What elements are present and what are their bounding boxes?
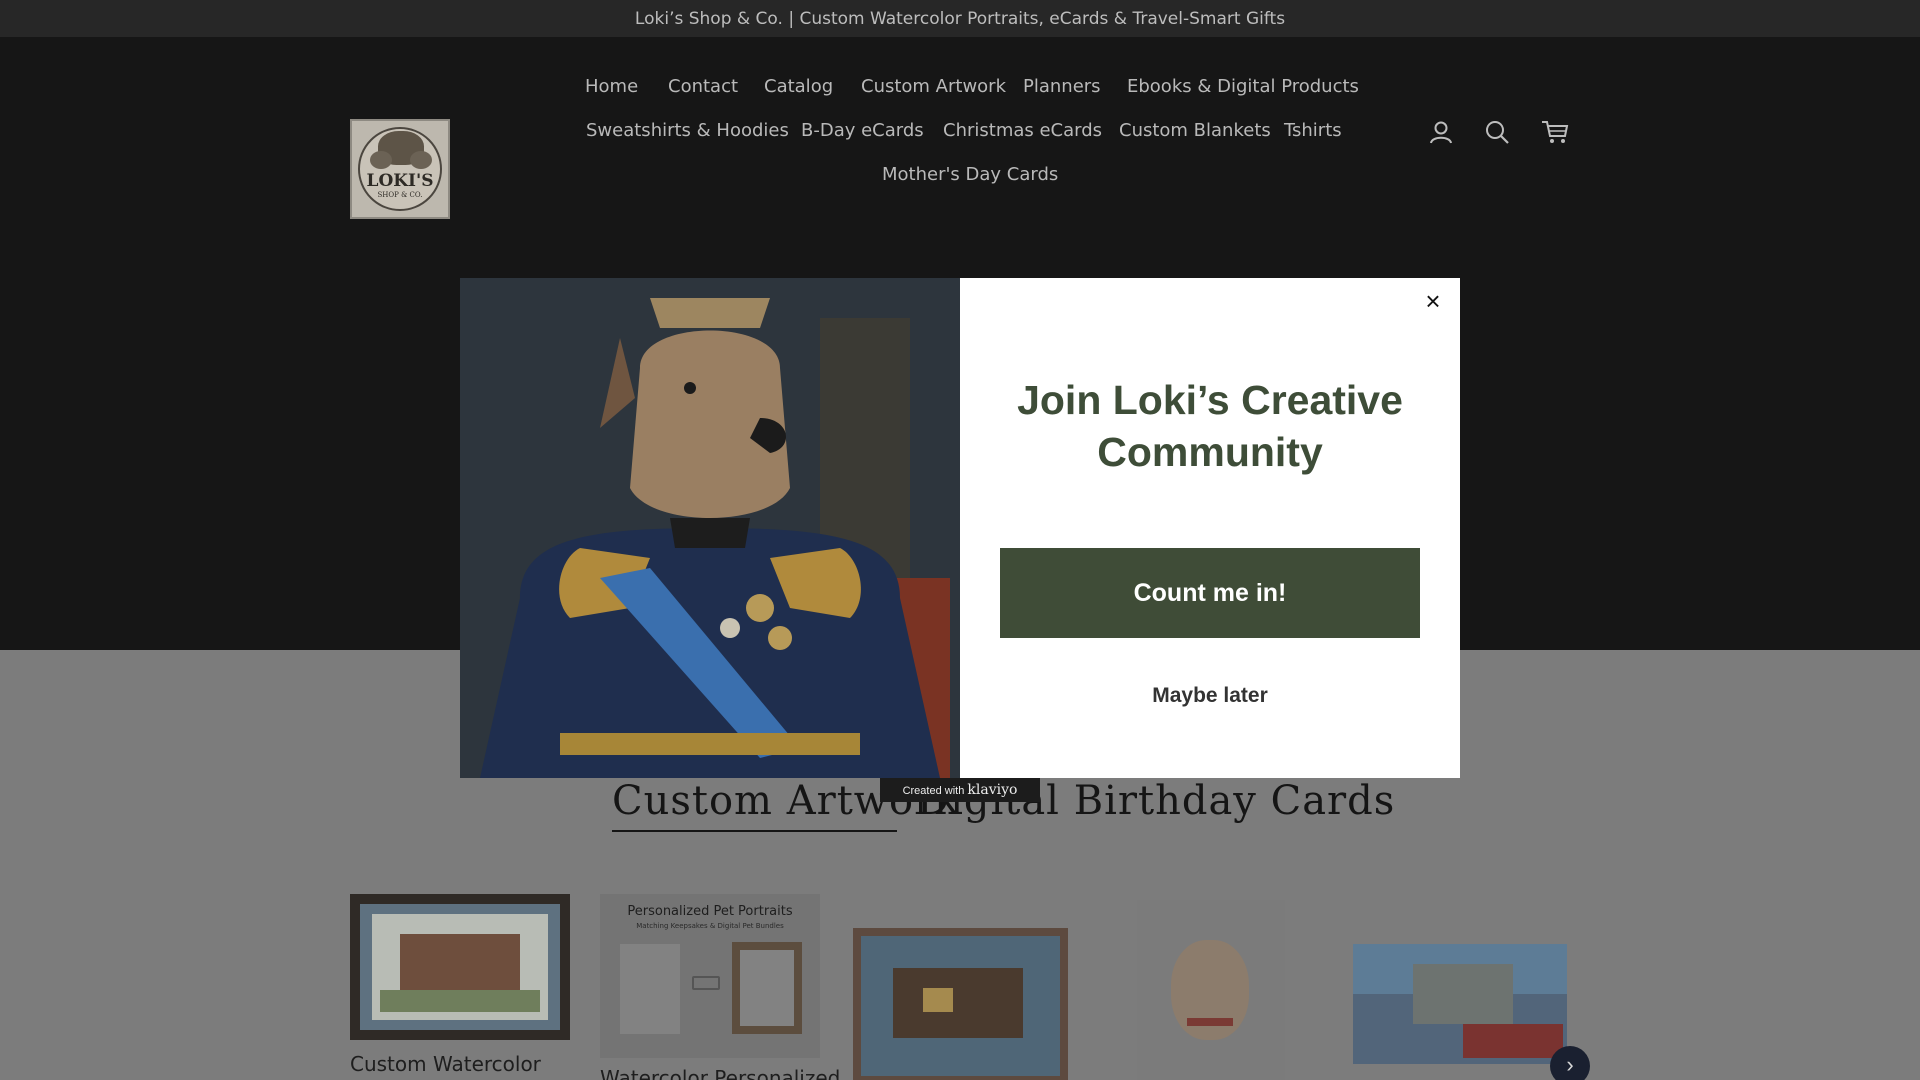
nav-item-custom-artwork[interactable]: Custom Artwork: [861, 76, 1006, 97]
product-image-heading: Personalized Pet Portraits: [627, 904, 793, 919]
announcement-bar: Loki’s Shop & Co. | Custom Watercolor Po…: [0, 0, 1920, 37]
maybe-later-button[interactable]: Maybe later: [1100, 678, 1320, 714]
product-title[interactable]: Watercolor Personalized: [600, 1066, 840, 1080]
klaviyo-prefix: Created with: [902, 785, 965, 797]
nav-item-ebooks[interactable]: Ebooks & Digital Products: [1127, 76, 1359, 97]
popup-image-dog-king: [460, 278, 960, 778]
product-image-dog-watercolor[interactable]: [1137, 900, 1285, 1080]
nav-item-christmas-ecards[interactable]: Christmas eCards: [943, 120, 1102, 141]
klaviyo-logo: klaviyo: [967, 782, 1018, 798]
nav-item-planners[interactable]: Planners: [1023, 76, 1101, 97]
nav-item-custom-blankets[interactable]: Custom Blankets: [1119, 120, 1271, 141]
signup-popup: × Join Loki’s Creative Community Count m…: [960, 278, 1460, 778]
cart-icon[interactable]: [1541, 119, 1569, 145]
nav-item-catalog[interactable]: Catalog: [764, 76, 833, 97]
nav-item-mothers-day[interactable]: Mother's Day Cards: [882, 164, 1058, 185]
announcement-text: Loki’s Shop & Co. | Custom Watercolor Po…: [634, 9, 1286, 29]
product-image-house-watercolor[interactable]: [350, 894, 570, 1040]
carousel-next-button[interactable]: ›: [1550, 1046, 1590, 1080]
tab-active-underline: [612, 830, 897, 832]
product-image-miami-street[interactable]: [1353, 944, 1567, 1064]
popup-heading: Join Loki’s Creative Community: [1017, 377, 1403, 475]
royal-dog-illustration: [460, 278, 960, 778]
main-nav: Home Contact Catalog Custom Artwork Plan…: [0, 37, 1920, 237]
klaviyo-badge[interactable]: Created with klaviyo: [880, 778, 1040, 802]
product-image-pet-portraits[interactable]: Personalized Pet Portraits Matching Keep…: [600, 894, 820, 1058]
close-icon[interactable]: ×: [1420, 288, 1446, 314]
search-icon[interactable]: [1484, 119, 1510, 145]
product-image-house-night[interactable]: [853, 928, 1068, 1080]
nav-item-home[interactable]: Home: [585, 76, 638, 97]
product-title[interactable]: Custom Watercolor: [350, 1052, 541, 1076]
count-me-in-button[interactable]: Count me in!: [1000, 548, 1420, 638]
nav-item-contact[interactable]: Contact: [668, 76, 738, 97]
product-image-subheading: Matching Keepsakes & Digital Pet Bundles: [636, 922, 784, 930]
account-icon[interactable]: [1428, 119, 1454, 145]
nav-item-sweatshirts[interactable]: Sweatshirts & Hoodies: [586, 120, 789, 141]
nav-item-bday-ecards[interactable]: B-Day eCards: [801, 120, 924, 141]
nav-item-tshirts[interactable]: Tshirts: [1284, 120, 1342, 141]
